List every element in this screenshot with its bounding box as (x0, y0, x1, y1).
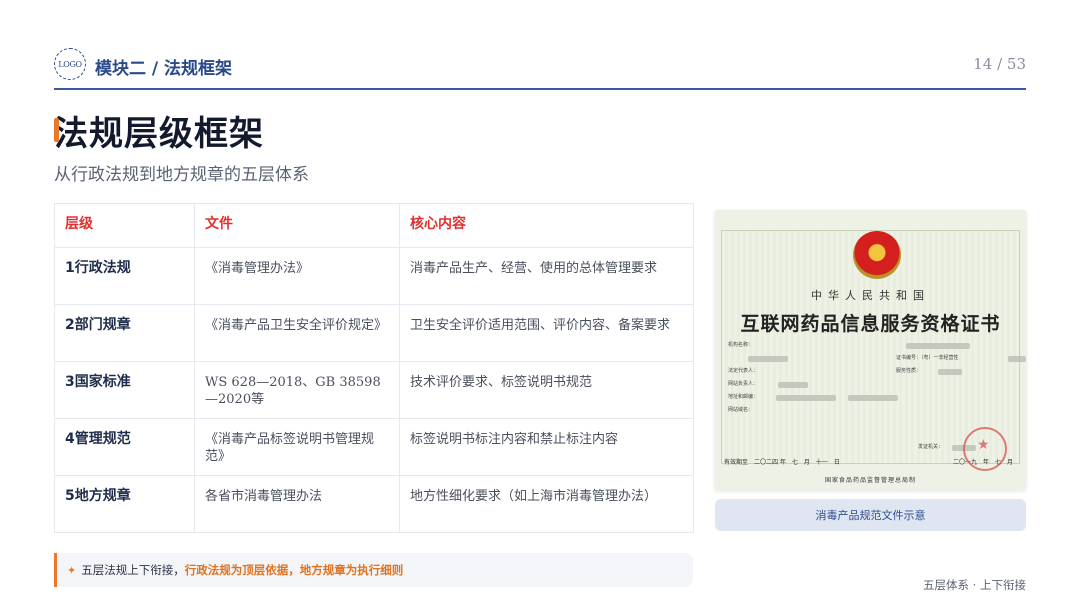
field-label: 网站域名： (728, 407, 754, 413)
blurred-value (906, 343, 970, 349)
issuer-label: 发证机关： (918, 444, 944, 450)
note-highlight: 行政法规为顶层依据，地方规章为执行细则 (184, 563, 404, 577)
summary-note: ✦ 五层法规上下衔接， 行政法规为顶层依据，地方规章为执行细则 (54, 553, 693, 587)
cell-document: 《消毒产品卫生安全评价规定》 (194, 304, 400, 362)
blurred-value (778, 382, 808, 388)
certificate-border: 中华人民共和国 互联网药品信息服务资格证书 机构名称： 证书编号：（粤）一非经营… (721, 230, 1026, 471)
certificate-fields: 机构名称： 证书编号：（粤）一非经营性 法定代表人： 服务性质： 网站负责人： 地… (728, 341, 1026, 419)
cell-core: 标签说明书标注内容和禁止标注内容 (399, 418, 694, 476)
valid-until: 有效期至 二〇二四 年 七 月 十一 日 (724, 459, 840, 466)
cell-level: 5地方规章 (54, 475, 195, 533)
cell-document: 《消毒管理办法》 (194, 247, 400, 305)
field-label: 地址和邮编： (728, 394, 759, 400)
page-separator: / (992, 55, 1007, 73)
field-label: 法定代表人： (728, 368, 759, 374)
field-label: 机构名称： (728, 342, 754, 348)
cell-document: WS 628—2018、GB 38598—2020等 (194, 361, 400, 419)
certificate-image: 中华人民共和国 互联网药品信息服务资格证书 机构名称： 证书编号：（粤）一非经营… (715, 210, 1026, 490)
sparkle-icon: ✦ (67, 563, 77, 577)
table-row: 1行政法规 《消毒管理办法》 消毒产品生产、经营、使用的总体管理要求 (54, 247, 694, 305)
table-header-row: 层级 文件 核心内容 (54, 203, 694, 248)
cell-document: 《消毒产品标签说明书管理规范》 (194, 418, 400, 476)
slide-header: LOGO 模块二 / 法规框架 14 / 53 (54, 44, 1026, 90)
cell-core: 地方性细化要求（如上海市消毒管理办法） (399, 475, 694, 533)
cert-number-label: 证书编号：（粤）一非经营性 (896, 355, 959, 361)
field-line: 法定代表人： 服务性质： (728, 367, 1026, 378)
official-seal-icon (963, 427, 1007, 471)
column-header-core: 核心内容 (399, 203, 694, 248)
table-row: 4管理规范 《消毒产品标签说明书管理规范》 标签说明书标注内容和禁止标注内容 (54, 418, 694, 476)
regulation-table: 层级 文件 核心内容 1行政法规 《消毒管理办法》 消毒产品生产、经营、使用的总… (54, 203, 694, 533)
footer-text: 五层体系 · 上下衔接 (923, 578, 1026, 592)
table-row: 3国家标准 WS 628—2018、GB 38598—2020等 技术评价要求、… (54, 361, 694, 419)
field-line: 机构名称： (728, 341, 1026, 352)
cell-level: 2部门规章 (54, 304, 195, 362)
certificate-title: 互联网药品信息服务资格证书 (740, 313, 1001, 335)
cell-core: 技术评价要求、标签说明书规范 (399, 361, 694, 419)
slide-subtitle: 从行政法规到地方规章的五层体系 (54, 165, 309, 185)
column-header-level: 层级 (54, 203, 195, 248)
image-caption: 消毒产品规范文件示意 (715, 499, 1026, 531)
blurred-value (848, 395, 898, 401)
cell-core: 消毒产品生产、经营、使用的总体管理要求 (399, 247, 694, 305)
table-row: 2部门规章 《消毒产品卫生安全评价规定》 卫生安全评价适用范围、评价内容、备案要… (54, 304, 694, 362)
note-prefix: 五层法规上下衔接， (81, 563, 185, 577)
field-line: 网站负责人： (728, 380, 1026, 391)
blurred-value (748, 356, 788, 362)
certificate-issuer-org: 国家食品药品监督管理总局制 (824, 477, 916, 484)
logo: LOGO (54, 48, 86, 80)
blurred-value (938, 369, 962, 375)
blurred-value (776, 395, 836, 401)
field-label: 网站负责人： (728, 381, 759, 387)
field-line: 证书编号：（粤）一非经营性 (728, 354, 1026, 365)
cell-level: 1行政法规 (54, 247, 195, 305)
cell-level: 4管理规范 (54, 418, 195, 476)
field-line: 网站域名： (728, 406, 1026, 417)
cell-core: 卫生安全评价适用范围、评价内容、备案要求 (399, 304, 694, 362)
cell-level: 3国家标准 (54, 361, 195, 419)
title-accent-bar (54, 118, 59, 142)
field-line: 地址和邮编： (728, 393, 1026, 404)
slide-title: 法规层级框架 (54, 114, 264, 154)
blurred-value (1008, 356, 1026, 362)
certificate-country: 中华人民共和国 (811, 289, 930, 302)
header-divider (54, 88, 1026, 90)
module-breadcrumb: 模块二 / 法规框架 (95, 59, 233, 79)
page-indicator: 14 / 53 (973, 55, 1026, 73)
column-header-document: 文件 (194, 203, 400, 248)
service-label: 服务性质： (896, 368, 922, 374)
page-current: 14 (973, 55, 993, 73)
national-emblem-icon (853, 231, 901, 279)
table-row: 5地方规章 各省市消毒管理办法 地方性细化要求（如上海市消毒管理办法） (54, 475, 694, 533)
cell-document: 各省市消毒管理办法 (194, 475, 400, 533)
page-total: 53 (1006, 55, 1026, 73)
